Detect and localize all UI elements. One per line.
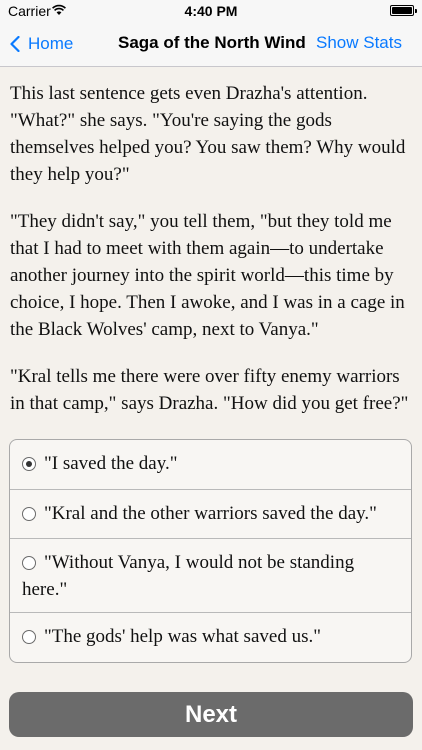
status-time: 4:40 PM <box>184 3 238 19</box>
choice-option-1[interactable]: "I saved the day." <box>10 440 411 489</box>
radio-button[interactable] <box>22 457 36 471</box>
choice-option-3[interactable]: "Without Vanya, I would not be standing … <box>10 539 411 612</box>
choice-label: "The gods' help was what saved us." <box>44 626 321 647</box>
story-text: This last sentence gets even Drazha's at… <box>10 80 412 437</box>
choice-option-4[interactable]: "The gods' help was what saved us." <box>10 613 411 662</box>
chevron-left-icon <box>10 36 20 52</box>
status-bar: Carrier 4:40 PM <box>0 0 422 22</box>
navigation-bar: Home Saga of the North Wind Show Stats <box>0 22 422 67</box>
show-stats-button[interactable]: Show Stats <box>316 33 402 53</box>
radio-button[interactable] <box>22 630 36 644</box>
radio-button[interactable] <box>22 556 36 570</box>
story-paragraph: "They didn't say," you tell them, "but t… <box>10 211 405 340</box>
home-back-button[interactable]: Home <box>10 33 73 55</box>
story-paragraph: This last sentence gets even Drazha's at… <box>10 83 406 185</box>
choice-label: "I saved the day." <box>44 453 178 474</box>
choice-label: "Without Vanya, I would not be standing … <box>22 552 355 600</box>
home-back-label: Home <box>28 34 74 53</box>
next-button[interactable]: Next <box>9 692 413 737</box>
page-title: Saga of the North Wind <box>118 33 306 52</box>
choice-list: "I saved the day." "Kral and the other w… <box>9 439 412 663</box>
radio-button[interactable] <box>22 507 36 521</box>
choice-option-2[interactable]: "Kral and the other warriors saved the d… <box>10 490 411 538</box>
choice-label: "Kral and the other warriors saved the d… <box>44 503 377 524</box>
battery-icon <box>390 5 417 16</box>
battery-fill <box>392 7 412 14</box>
story-paragraph: "Kral tells me there were over fifty ene… <box>10 366 409 414</box>
